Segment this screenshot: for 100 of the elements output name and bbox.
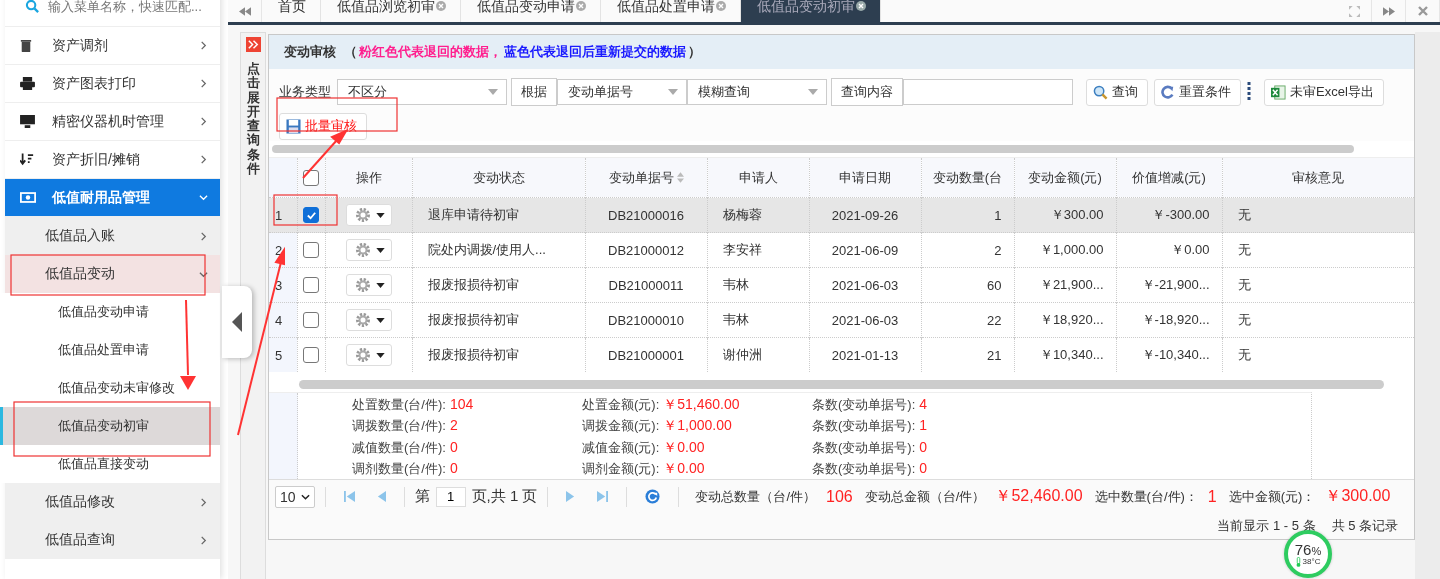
table-cell: 2021-01-13 bbox=[809, 337, 921, 372]
total-value: ￥52,460.00 bbox=[995, 486, 1083, 506]
actions-button[interactable] bbox=[345, 274, 392, 296]
query-strip[interactable]: 点击展开查询条件 bbox=[240, 32, 266, 579]
menu-item[interactable]: 低值品变动 bbox=[5, 255, 220, 293]
search-field[interactable]: 输入菜单名称，快速匹配... bbox=[5, 0, 220, 27]
menu-item[interactable]: 低值耐用品管理 bbox=[5, 179, 220, 217]
table-cell: ￥18,920... bbox=[1014, 302, 1116, 338]
checkbox[interactable] bbox=[303, 207, 319, 224]
caret-icon bbox=[375, 212, 385, 218]
column-header[interactable]: 价值增减(元) bbox=[1116, 157, 1222, 198]
menu-item[interactable]: 精密仪器机时管理 bbox=[5, 103, 220, 141]
tab[interactable]: 首页 bbox=[262, 0, 321, 22]
column-header[interactable]: 操作 bbox=[325, 157, 412, 198]
total-value: ￥300.00 bbox=[1325, 486, 1391, 506]
table-cell: 报废报损待初审 bbox=[412, 267, 585, 303]
actions-button[interactable] bbox=[345, 239, 392, 261]
more-icon[interactable] bbox=[1247, 82, 1251, 102]
menu-item[interactable]: 资产图表打印 bbox=[5, 65, 220, 103]
double-right-icon bbox=[1382, 6, 1395, 16]
type-select[interactable]: 不区分 bbox=[337, 79, 507, 105]
table-cell: ￥-300.00 bbox=[1116, 197, 1222, 233]
collapse-handle[interactable] bbox=[222, 286, 252, 358]
table-cell: 谢仲洲 bbox=[707, 337, 809, 372]
refresh-icon[interactable] bbox=[645, 489, 661, 504]
search-button[interactable]: 查询 bbox=[1086, 78, 1148, 106]
previous-page-icon[interactable] bbox=[376, 490, 386, 503]
summary-value: 1 bbox=[919, 417, 928, 434]
summary-label: 调拨数量(台/件): bbox=[352, 417, 446, 436]
table-cell: 2021-06-09 bbox=[809, 232, 921, 268]
checkbox[interactable] bbox=[303, 277, 319, 294]
table-cell: DB21000012 bbox=[585, 232, 707, 268]
chevron-icon bbox=[199, 535, 208, 545]
close-icon[interactable] bbox=[856, 1, 866, 11]
gear-icon bbox=[354, 277, 371, 293]
panel-title: 变动审核 bbox=[284, 43, 336, 61]
field-select[interactable]: 变动单据号 bbox=[557, 79, 687, 105]
total-value: 106 bbox=[826, 487, 853, 506]
caret-icon bbox=[375, 282, 385, 288]
table-cell: ￥300.00 bbox=[1014, 197, 1116, 233]
next-page-icon[interactable] bbox=[566, 490, 576, 503]
checkbox[interactable] bbox=[303, 347, 319, 364]
menu-item[interactable]: 低值品入账 bbox=[5, 217, 220, 255]
table-cell: 杨梅蓉 bbox=[707, 197, 809, 233]
export-button[interactable]: 未审Excel导出 bbox=[1264, 78, 1384, 106]
page-size-select[interactable]: 10 bbox=[275, 485, 315, 508]
summary-label: 减值数量(台/件): bbox=[352, 438, 446, 457]
search-icon bbox=[1093, 84, 1108, 100]
column-header[interactable]: 变动单据号 bbox=[585, 157, 707, 198]
row-number: 4 bbox=[269, 302, 297, 338]
actions-button[interactable] bbox=[345, 204, 392, 226]
column-header[interactable]: 审核意见 bbox=[1222, 157, 1414, 198]
menu-item[interactable]: 资产调剂 bbox=[5, 27, 220, 65]
expand-icon bbox=[1349, 5, 1360, 17]
query-input[interactable] bbox=[903, 79, 1073, 105]
sort-icon bbox=[20, 153, 34, 166]
double-left-icon bbox=[238, 6, 251, 16]
tab[interactable]: 低值品变动申请 bbox=[461, 0, 601, 22]
caret-icon bbox=[375, 317, 385, 323]
checkbox[interactable] bbox=[303, 242, 319, 259]
reset-button[interactable]: 重置条件 bbox=[1154, 78, 1241, 106]
sort-icon bbox=[676, 172, 684, 183]
annotation-box bbox=[273, 194, 338, 226]
page-label: 页,共 1 页 bbox=[471, 487, 538, 506]
total-label: 变动总数量（台/件） bbox=[695, 487, 817, 506]
summary-label: 条数(变动单据号): bbox=[812, 459, 916, 478]
chevron-icon bbox=[199, 269, 208, 279]
table-cell: 韦林 bbox=[707, 302, 809, 338]
menu-item[interactable]: 低值品变动初审 bbox=[0, 407, 220, 445]
scrollbar[interactable] bbox=[299, 380, 1384, 389]
checkbox[interactable] bbox=[303, 312, 319, 329]
table-cell: 2021-09-26 bbox=[809, 197, 921, 233]
table-cell: 报废报损待初审 bbox=[412, 302, 585, 338]
summary-value: 104 bbox=[449, 396, 474, 412]
last-page-icon[interactable] bbox=[597, 490, 609, 503]
mode-select[interactable]: 模糊查询 bbox=[687, 79, 827, 105]
gear-icon bbox=[354, 207, 371, 223]
column-header[interactable]: 变动数量(台 bbox=[921, 157, 1014, 198]
filter-label: 根据 bbox=[511, 78, 557, 106]
actions-button[interactable] bbox=[345, 309, 392, 331]
column-header[interactable]: 申请人 bbox=[707, 157, 809, 198]
menu-item[interactable]: 低值品修改 bbox=[5, 483, 220, 521]
column-header[interactable]: 变动金额(元) bbox=[1014, 157, 1116, 198]
chevron-icon bbox=[199, 155, 208, 164]
summary-value: ￥0.00 bbox=[663, 438, 705, 457]
actions-button[interactable] bbox=[345, 344, 392, 366]
page-input[interactable]: 1 bbox=[435, 486, 466, 507]
table-cell: 院处内调拨/使用人... bbox=[412, 232, 585, 268]
summary-value: ￥51,460.00 bbox=[663, 396, 740, 414]
gauge-unit: % bbox=[1311, 545, 1322, 557]
page-label: 第 bbox=[414, 487, 430, 506]
scrollbar[interactable] bbox=[272, 145, 1354, 153]
column-header[interactable]: 变动状态 bbox=[412, 157, 585, 198]
close-icon bbox=[1417, 6, 1428, 16]
menu-item[interactable]: 低值品查询 bbox=[5, 521, 220, 559]
column-header[interactable]: 申请日期 bbox=[809, 157, 921, 198]
first-page-icon[interactable] bbox=[343, 490, 355, 503]
table-cell: 60 bbox=[921, 267, 1014, 303]
summary-value: 0 bbox=[919, 459, 928, 476]
chevron-icon bbox=[199, 231, 208, 241]
